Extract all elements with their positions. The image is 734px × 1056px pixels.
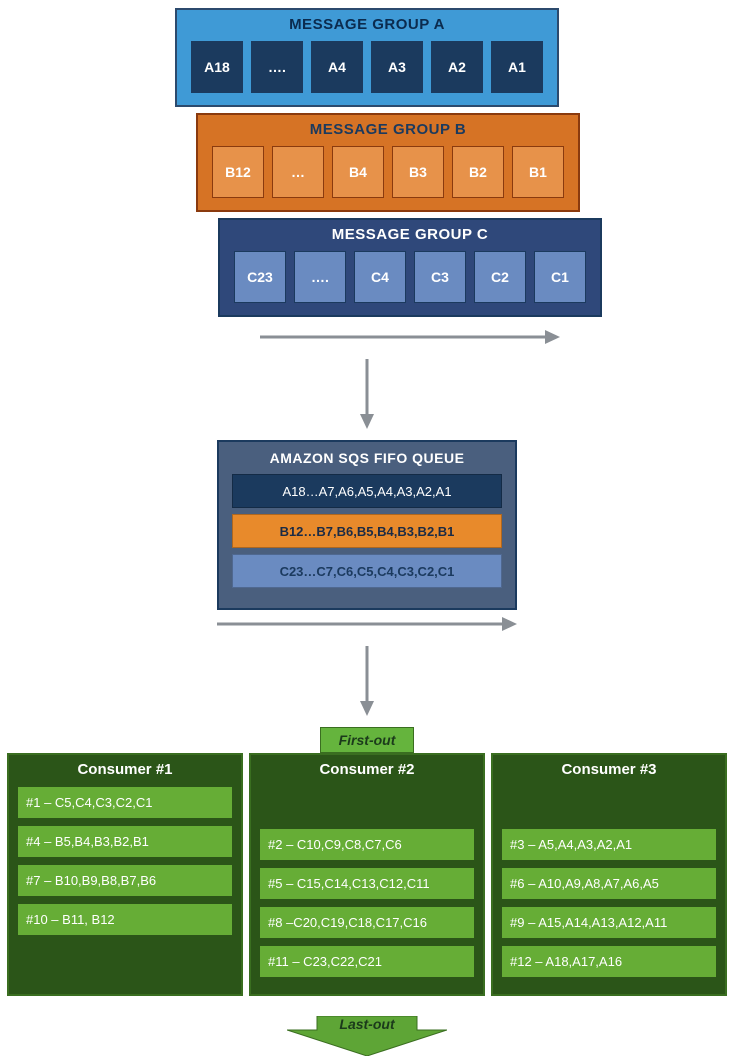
batch: #3 – A5,A4,A3,A2,A1: [501, 828, 717, 861]
consumer-title: Consumer #1: [17, 761, 233, 778]
arrow-down-icon: [357, 646, 377, 721]
batch: #9 – A15,A14,A13,A12,A11: [501, 906, 717, 939]
last-out-label: Last-out: [339, 1016, 394, 1032]
msg-cell: B12: [212, 146, 264, 198]
msg-cell: B3: [392, 146, 444, 198]
msg-cell: A1: [491, 41, 543, 93]
batch: #8 –C20,C19,C18,C17,C16: [259, 906, 475, 939]
batch: #10 – B11, B12: [17, 903, 233, 936]
queue-title: AMAZON SQS FIFO QUEUE: [270, 450, 465, 466]
msg-cell: B4: [332, 146, 384, 198]
arrow-right-icon: [260, 327, 560, 347]
message-group-a: MESSAGE GROUP A A18 …. A4 A3 A2 A1: [175, 8, 559, 107]
group-c-row: C23 …. C4 C3 C2 C1: [234, 251, 586, 303]
queue-row-c: C23…C7,C6,C5,C4,C3,C2,C1: [232, 554, 502, 588]
queue-row-b: B12…B7,B6,B5,B4,B3,B2,B1: [232, 514, 502, 548]
msg-cell: C2: [474, 251, 526, 303]
group-b-title: MESSAGE GROUP B: [310, 121, 466, 138]
spacer: [501, 786, 717, 822]
consumers-row: Consumer #1 #1 – C5,C4,C3,C2,C1 #4 – B5,…: [0, 753, 734, 996]
msg-cell: A18: [191, 41, 243, 93]
consumer-3: Consumer #3 #3 – A5,A4,A3,A2,A1 #6 – A10…: [491, 753, 727, 996]
consumer-title: Consumer #2: [259, 761, 475, 778]
queue-row-a: A18…A7,A6,A5,A4,A3,A2,A1: [232, 474, 502, 508]
msg-cell: A4: [311, 41, 363, 93]
msg-cell: A2: [431, 41, 483, 93]
msg-cell: C3: [414, 251, 466, 303]
group-c-title: MESSAGE GROUP C: [332, 226, 488, 243]
group-a-title: MESSAGE GROUP A: [289, 16, 445, 33]
batch: #5 – C15,C14,C13,C12,C11: [259, 867, 475, 900]
msg-cell: ….: [251, 41, 303, 93]
consumer-2: Consumer #2 #2 – C10,C9,C8,C7,C6 #5 – C1…: [249, 753, 485, 996]
arrow-right-icon: [217, 614, 517, 634]
last-out-arrow: Last-out: [287, 1000, 447, 1056]
first-out-label: First-out: [320, 727, 415, 753]
msg-cell: B2: [452, 146, 504, 198]
message-group-b: MESSAGE GROUP B B12 … B4 B3 B2 B1: [196, 113, 580, 212]
group-b-row: B12 … B4 B3 B2 B1: [212, 146, 564, 198]
arrow-down-icon: [357, 359, 377, 434]
msg-cell: C1: [534, 251, 586, 303]
msg-cell: …: [272, 146, 324, 198]
batch: #4 – B5,B4,B3,B2,B1: [17, 825, 233, 858]
msg-cell: A3: [371, 41, 423, 93]
sqs-fifo-queue: AMAZON SQS FIFO QUEUE A18…A7,A6,A5,A4,A3…: [217, 440, 517, 610]
msg-cell: C23: [234, 251, 286, 303]
msg-cell: C4: [354, 251, 406, 303]
batch: #11 – C23,C22,C21: [259, 945, 475, 978]
group-a-row: A18 …. A4 A3 A2 A1: [191, 41, 543, 93]
consumer-1: Consumer #1 #1 – C5,C4,C3,C2,C1 #4 – B5,…: [7, 753, 243, 996]
message-group-c: MESSAGE GROUP C C23 …. C4 C3 C2 C1: [218, 218, 602, 317]
msg-cell: B1: [512, 146, 564, 198]
batch: #2 – C10,C9,C8,C7,C6: [259, 828, 475, 861]
batch: #7 – B10,B9,B8,B7,B6: [17, 864, 233, 897]
batch: #1 – C5,C4,C3,C2,C1: [17, 786, 233, 819]
batch: #6 – A10,A9,A8,A7,A6,A5: [501, 867, 717, 900]
spacer: [259, 786, 475, 822]
consumer-title: Consumer #3: [501, 761, 717, 778]
batch: #12 – A18,A17,A16: [501, 945, 717, 978]
msg-cell: ….: [294, 251, 346, 303]
